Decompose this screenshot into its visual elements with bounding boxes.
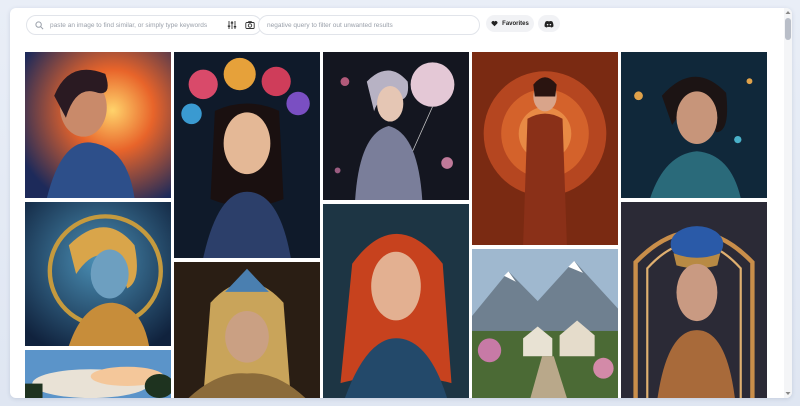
scroll-down-arrow-icon[interactable]	[785, 391, 791, 396]
gallery-image-woman-with-balloon[interactable]	[323, 52, 469, 200]
top-bar: paste an image to find similar, or simpl…	[10, 8, 792, 44]
vertical-scrollbar[interactable]	[784, 8, 792, 398]
negative-placeholder: negative query to filter out unwanted re…	[267, 21, 393, 29]
scrollbar-thumb[interactable]	[785, 18, 791, 40]
heart-icon	[491, 21, 498, 27]
gallery-image-woman-red-coat-arch[interactable]	[472, 52, 618, 245]
favorites-button[interactable]: Favorites	[486, 15, 534, 32]
gallery-image-portrait-woman-flames[interactable]	[25, 52, 171, 198]
scroll-up-arrow-icon[interactable]	[785, 10, 791, 15]
discord-button[interactable]	[538, 15, 560, 32]
sliders-icon[interactable]	[227, 20, 237, 30]
search-placeholder: paste an image to find similar, or simpl…	[50, 21, 208, 29]
favorites-label: Favorites	[502, 20, 529, 27]
negative-query-input[interactable]: negative query to filter out unwanted re…	[258, 15, 480, 35]
gallery-image-woman-teal-portrait[interactable]	[621, 52, 767, 198]
gallery-image-woman-red-hair[interactable]	[323, 204, 469, 398]
gallery-image-mountain-village[interactable]	[472, 249, 618, 398]
camera-icon[interactable]	[245, 20, 255, 30]
gallery-image-woman-flower-crown[interactable]	[174, 52, 320, 258]
app-window: paste an image to find similar, or simpl…	[10, 8, 792, 398]
search-icon	[35, 20, 44, 29]
discord-icon	[544, 20, 554, 27]
gallery-image-woman-gold-headdress[interactable]	[174, 262, 320, 398]
gallery-image-woman-helmet-art-deco[interactable]	[621, 202, 767, 398]
search-input[interactable]: paste an image to find similar, or simpl…	[26, 15, 262, 35]
gallery-image-woman-blue-golden-hair[interactable]	[25, 202, 171, 346]
gallery-image-sky-clouds[interactable]	[25, 350, 171, 398]
